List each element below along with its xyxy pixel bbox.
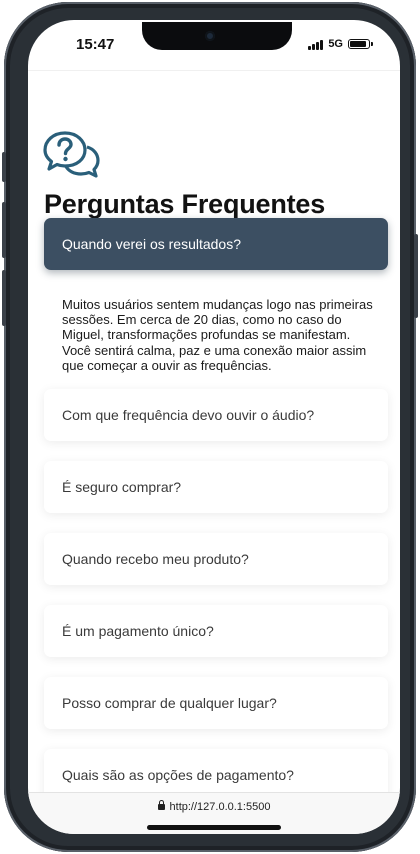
faq-question-safety[interactable]: É seguro comprar? bbox=[44, 461, 388, 513]
volume-down-button bbox=[2, 270, 6, 326]
faq-question-label: Quando recebo meu produto? bbox=[62, 551, 249, 567]
faq-question-results[interactable]: Quando verei os resultados? bbox=[44, 218, 388, 270]
faq-question-label: Posso comprar de qualquer lugar? bbox=[62, 695, 277, 711]
camera-icon bbox=[205, 31, 215, 41]
faq-question-single-payment[interactable]: É um pagamento único? bbox=[44, 605, 388, 657]
battery-icon bbox=[348, 39, 373, 49]
question-chat-icon bbox=[43, 131, 100, 178]
power-button bbox=[414, 234, 418, 318]
volume-up-button bbox=[2, 202, 6, 258]
lock-icon bbox=[157, 800, 165, 810]
status-bar: 15:47 5G bbox=[28, 20, 400, 70]
phone-screen: 15:47 5G Perguntas Frequentes Quando ver… bbox=[28, 20, 400, 834]
faq-question-label: Quais são as opções de pagamento? bbox=[62, 767, 294, 783]
faq-question-payment-options[interactable]: Quais são as opções de pagamento? bbox=[44, 749, 388, 793]
network-label: 5G bbox=[328, 38, 343, 50]
faq-question-frequency[interactable]: Com que frequência devo ouvir o áudio? bbox=[44, 389, 388, 441]
status-icons: 5G bbox=[308, 38, 373, 50]
status-time: 15:47 bbox=[76, 36, 115, 53]
faq-question-delivery[interactable]: Quando recebo meu produto? bbox=[44, 533, 388, 585]
dynamic-island bbox=[142, 22, 292, 50]
home-indicator[interactable] bbox=[147, 825, 281, 830]
signal-icon bbox=[308, 39, 324, 50]
faq-question-label: É um pagamento único? bbox=[62, 623, 214, 639]
url-text: http://127.0.0.1:5500 bbox=[169, 801, 271, 813]
faq-question-label: Com que frequência devo ouvir o áudio? bbox=[62, 407, 315, 423]
action-button bbox=[2, 152, 6, 182]
page-content[interactable]: Perguntas Frequentes Quando verei os res… bbox=[28, 70, 400, 793]
faq-question-label: Quando verei os resultados? bbox=[62, 236, 241, 252]
browser-url-bar[interactable]: http://127.0.0.1:5500 bbox=[28, 792, 400, 834]
phone-frame: 15:47 5G Perguntas Frequentes Quando ver… bbox=[2, 2, 418, 852]
page-title: Perguntas Frequentes bbox=[44, 189, 326, 219]
faq-question-location[interactable]: Posso comprar de qualquer lugar? bbox=[44, 677, 388, 729]
faq-answer-results: Muitos usuários sentem mudanças logo nas… bbox=[62, 297, 373, 373]
faq-question-label: É seguro comprar? bbox=[62, 479, 182, 495]
url-display[interactable]: http://127.0.0.1:5500 bbox=[28, 800, 400, 813]
